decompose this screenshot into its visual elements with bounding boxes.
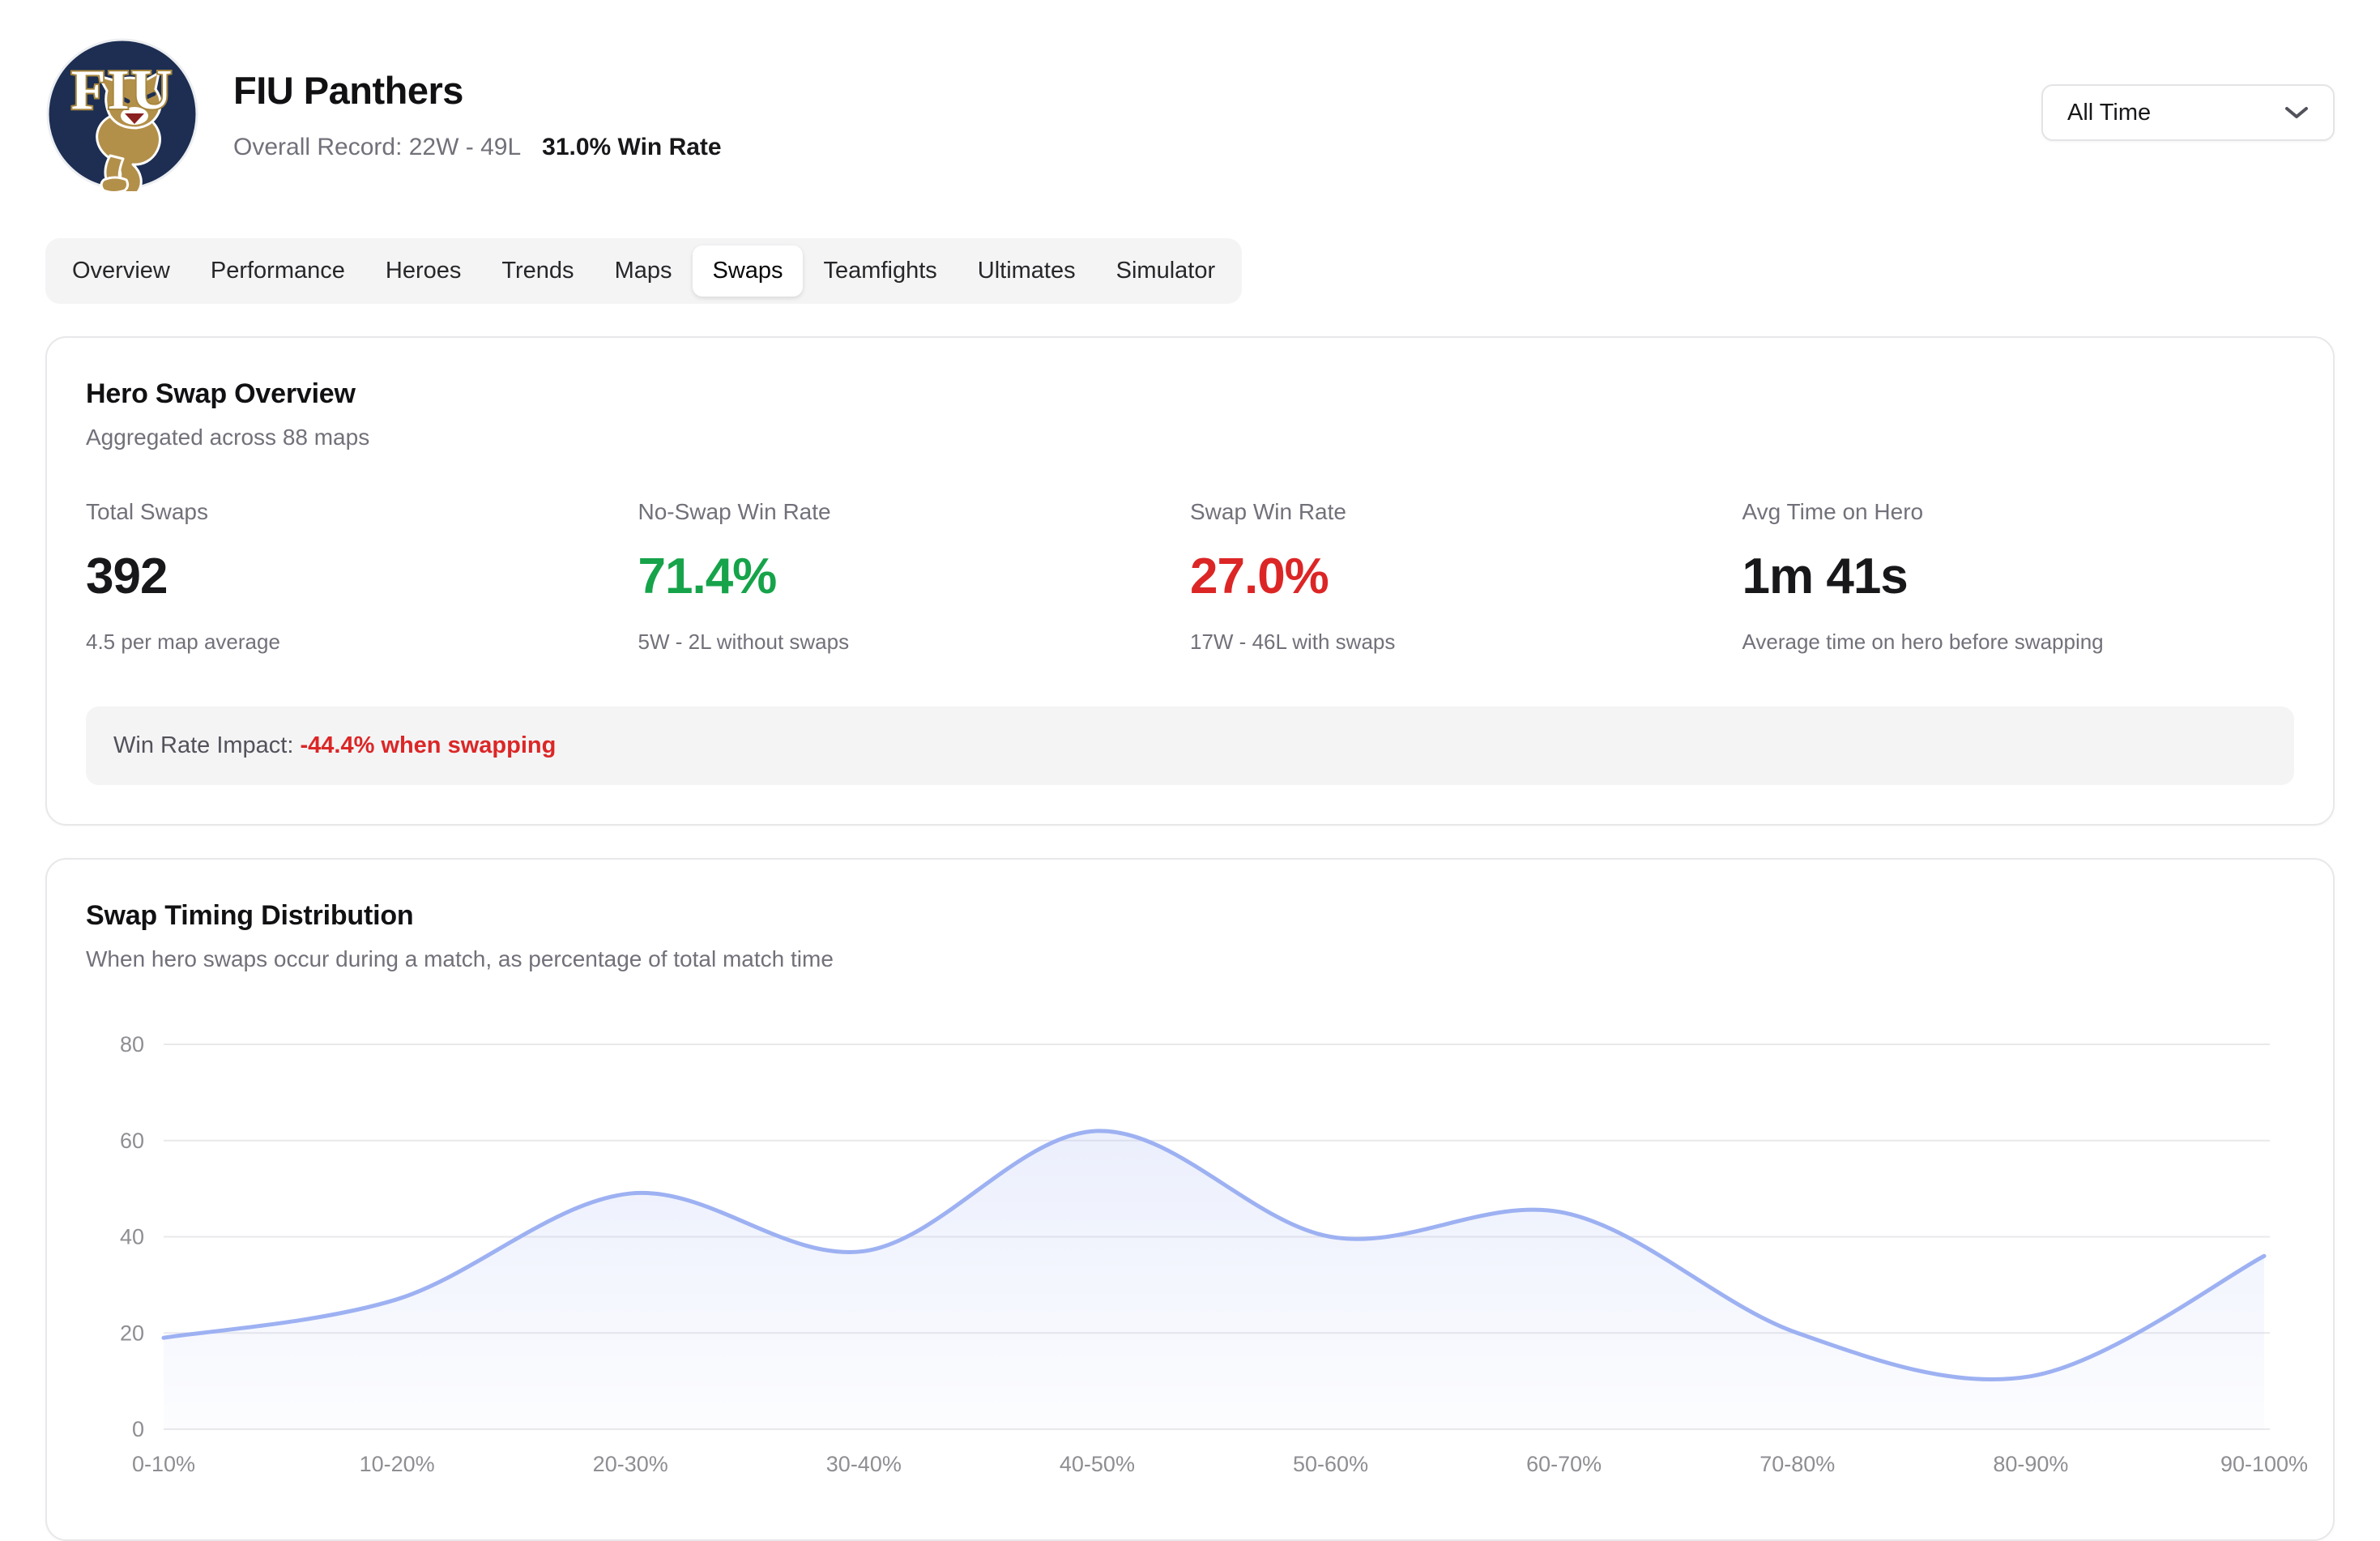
chart-x-tick-label: 90-100% (2220, 1452, 2308, 1476)
team-logo: FIU (45, 37, 199, 191)
stats-row: Total Swaps3924.5 per map averageNo-Swap… (86, 499, 2294, 655)
chart-y-tick-label: 80 (120, 1032, 144, 1057)
chart-x-tick-label: 60-70% (1526, 1452, 1602, 1476)
tab-simulator[interactable]: Simulator (1097, 245, 1235, 297)
stat-block: Avg Time on Hero 1m 41s Average time on he… (1742, 499, 2295, 655)
swap-timing-card: Swap Timing Distribution When hero swaps… (45, 858, 2335, 1541)
chart-x-tick-label: 50-60% (1293, 1452, 1368, 1476)
chart-x-tick-label: 40-50% (1060, 1452, 1135, 1476)
chart-x-tick-label: 80-90% (1993, 1452, 2068, 1476)
stat-value: 392 (86, 548, 638, 605)
chart-card-subtitle: When hero swaps occur during a match, as… (86, 946, 2294, 972)
tab-swaps[interactable]: Swaps (693, 245, 802, 297)
chart-x-tick-label: 0-10% (132, 1452, 195, 1476)
stat-label: Avg Time on Hero (1742, 499, 2295, 525)
chart-x-tick-label: 10-20% (360, 1452, 435, 1476)
chart-y-tick-label: 0 (132, 1417, 144, 1441)
tab-ultimates[interactable]: Ultimates (958, 245, 1095, 297)
time-filter-value: All Time (2067, 100, 2151, 126)
svg-text:FIU: FIU (71, 59, 174, 122)
tab-overview[interactable]: Overview (53, 245, 190, 297)
stat-sub: Average time on hero before swapping (1742, 630, 2295, 655)
tab-trends[interactable]: Trends (482, 245, 593, 297)
page: FIU FIU Panthers Overall Record: 22W - 4… (0, 0, 2380, 1541)
tab-heroes[interactable]: Heroes (366, 245, 481, 297)
tab-performance[interactable]: Performance (191, 245, 365, 297)
tab-teamfights[interactable]: Teamfights (804, 245, 957, 297)
stat-sub: 5W - 2L without swaps (638, 630, 1191, 655)
record-line: Overall Record: 22W - 49L 31.0% Win Rate (233, 134, 722, 161)
overview-card-title: Hero Swap Overview (86, 378, 2294, 410)
page-title: FIU Panthers (233, 68, 722, 113)
chart-card-title: Swap Timing Distribution (86, 900, 2294, 932)
impact-label: Win Rate Impact: (113, 732, 293, 758)
stat-block: Swap Win Rate 27.0% 17W - 46L with swaps (1190, 499, 1742, 655)
stat-block: No-Swap Win Rate 71.4% 5W - 2L without swa… (638, 499, 1191, 655)
chart-y-tick-label: 20 (120, 1321, 144, 1345)
win-rate-impact-banner: Win Rate Impact: -44.4% when swapping (86, 706, 2294, 785)
stat-label: No-Swap Win Rate (638, 499, 1191, 525)
overall-win-rate: 31.0% Win Rate (542, 134, 721, 161)
swap-timing-area-chart: 0 20 40 60 80 0-10% 10-20% 20-30% 30-40% 40-50% 50… (86, 1008, 2294, 1500)
time-filter-select[interactable]: All Time (2041, 84, 2335, 141)
chart-x-tick-label: 30-40% (826, 1452, 902, 1476)
chart-x-tick-label: 70-80% (1759, 1452, 1835, 1476)
overview-card-subtitle: Aggregated across 88 maps (86, 425, 2294, 450)
chart-y-tick-label: 40 (120, 1225, 144, 1249)
stat-value: 27.0% (1190, 548, 1742, 605)
hero-swap-overview-card: Hero Swap Overview Aggregated across 88 … (45, 336, 2335, 826)
stat-label: Swap Win Rate (1190, 499, 1742, 525)
overall-record: Overall Record: 22W - 49L (233, 134, 521, 161)
fiu-panther-logo-icon: FIU (45, 37, 199, 191)
chart-x-tick-label: 20-30% (593, 1452, 668, 1476)
impact-value: -44.4% when swapping (300, 732, 556, 758)
tab-bar: OverviewPerformanceHeroesTrendsMapsSwaps… (45, 238, 1242, 304)
stat-label: Total Swaps (86, 499, 638, 525)
chart-y-tick-label: 60 (120, 1129, 144, 1153)
stat-block: Total Swaps 392 4.5 per map average (86, 499, 638, 655)
stat-sub: 4.5 per map average (86, 630, 638, 655)
stat-sub: 17W - 46L with swaps (1190, 630, 1742, 655)
stat-value: 1m 41s (1742, 548, 2295, 605)
team-text-block: FIU Panthers Overall Record: 22W - 49L 3… (233, 68, 722, 161)
header: FIU FIU Panthers Overall Record: 22W - 4… (45, 37, 2335, 191)
chevron-down-icon (2284, 105, 2309, 120)
stat-value: 71.4% (638, 548, 1191, 605)
tab-maps[interactable]: Maps (595, 245, 692, 297)
team-identity: FIU FIU Panthers Overall Record: 22W - 4… (45, 37, 722, 191)
